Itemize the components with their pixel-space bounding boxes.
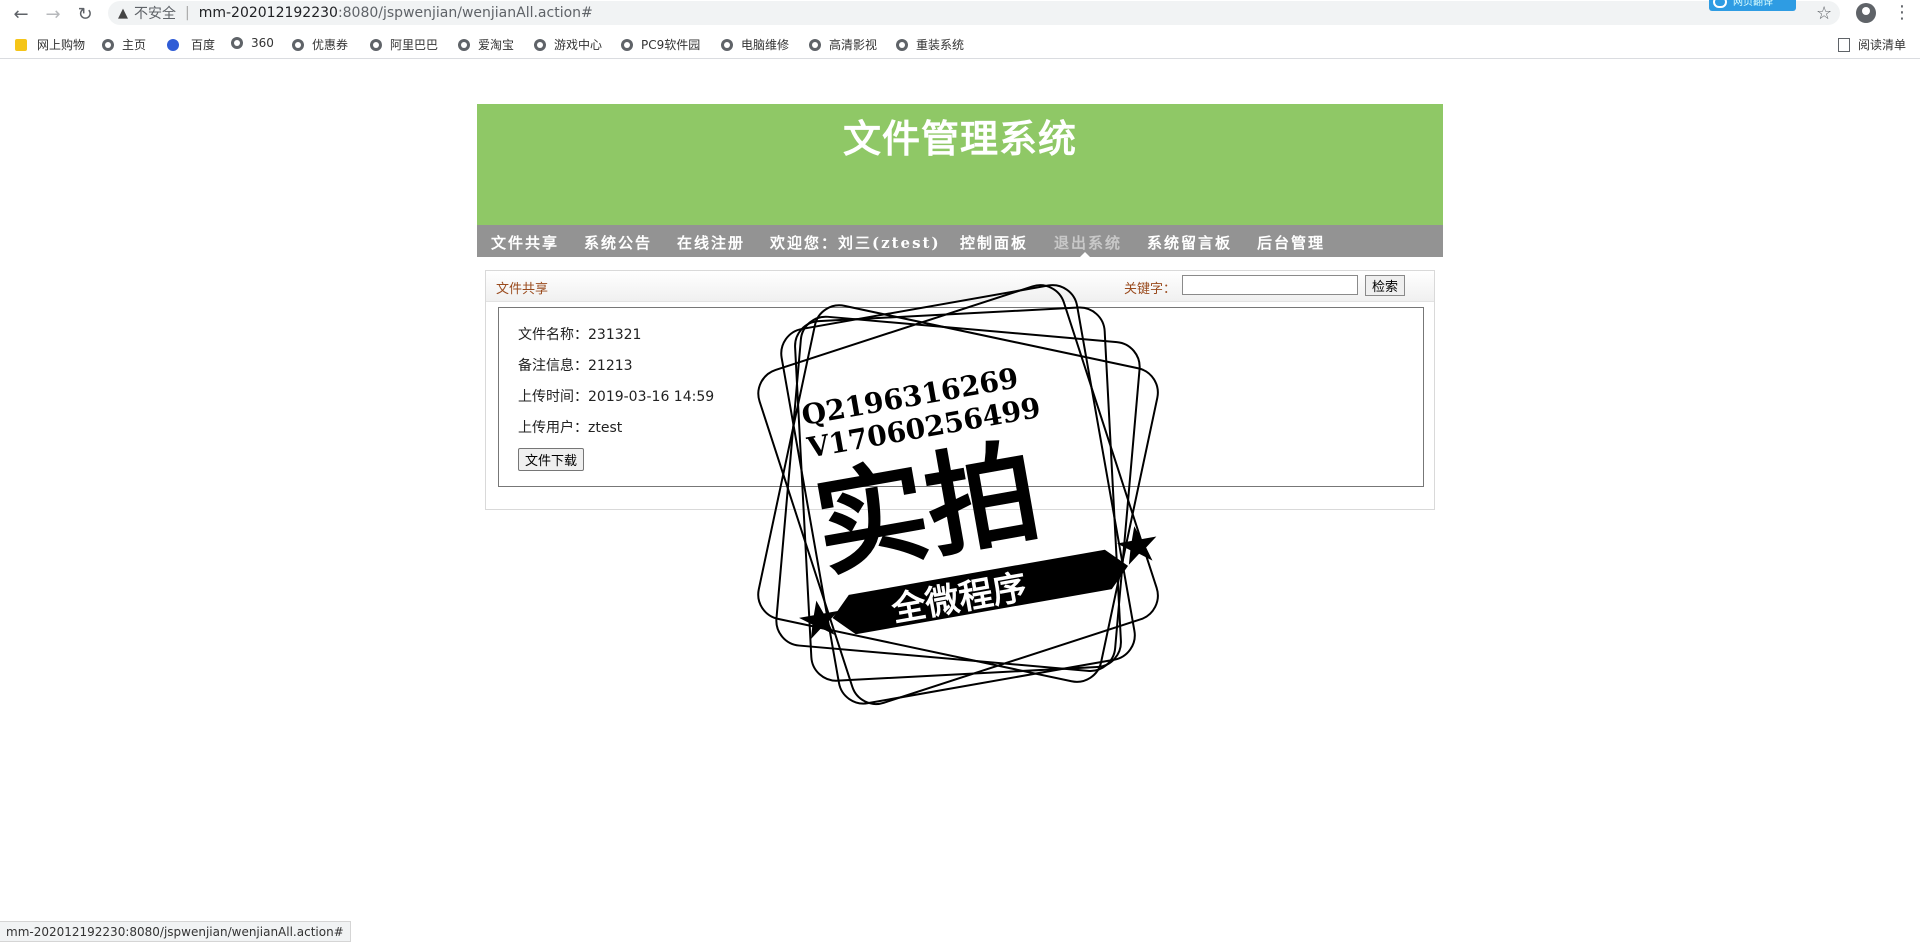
site-title: 文件管理系统 xyxy=(842,116,1077,161)
nav-message-board[interactable]: 系统留言板 xyxy=(1147,232,1232,253)
reading-list-icon xyxy=(1837,37,1850,52)
warning-icon: ▲ xyxy=(118,5,128,21)
main-nav: 文件共享 系统公告 在线注册 欢迎您：刘三(ztest) 控制面板 退出系统 系… xyxy=(477,225,1443,257)
bookmark-label: 网上购物 xyxy=(37,38,86,52)
globe-icon xyxy=(809,38,821,51)
bookmark-label: PC9软件园 xyxy=(641,38,701,52)
nav-announcements[interactable]: 系统公告 xyxy=(584,232,652,253)
stamp-banner xyxy=(832,549,1129,635)
bookmark-item[interactable]: 高清影视 xyxy=(809,36,877,53)
bookmark-label: 游戏中心 xyxy=(554,38,603,52)
bookmark-item[interactable]: 爱淘宝 xyxy=(458,36,514,53)
reading-list-button[interactable]: 阅读清单 xyxy=(1837,36,1906,53)
extension-label: 网页翻译 xyxy=(1733,0,1773,8)
bookmark-item[interactable]: 阿里巴巴 xyxy=(370,36,438,53)
url-text[interactable]: mm-202012192230:8080/jspwenjian/wenjianA… xyxy=(199,5,593,21)
file-note: 备注信息：21213 xyxy=(518,358,633,374)
bookmark-label: 主页 xyxy=(122,38,147,52)
site-header: 文件管理系统 xyxy=(477,104,1443,225)
globe-icon xyxy=(896,38,908,51)
file-upload-time: 上传时间：2019-03-16 14:59 xyxy=(518,389,715,405)
globe-icon xyxy=(231,37,243,49)
back-icon[interactable]: ← xyxy=(10,3,32,25)
url-path: :8080/jspwenjian/wenjianAll.action# xyxy=(337,5,593,21)
panel-header: 文件共享 关键字： 检索 xyxy=(486,271,1434,302)
menu-kebab-icon[interactable]: ⋮ xyxy=(1893,2,1911,23)
translate-extension-button[interactable]: 网页翻译 xyxy=(1709,0,1796,11)
bookmark-item[interactable]: 重装系统 xyxy=(896,36,964,53)
bookmark-label: 高清影视 xyxy=(829,38,878,52)
status-bar: mm-202012192230:8080/jspwenjian/wenjianA… xyxy=(0,921,351,942)
nav-logout[interactable]: 退出系统 xyxy=(1054,232,1122,253)
file-detail-box: 文件名称：231321 备注信息：21213 上传时间：2019-03-16 1… xyxy=(498,307,1424,487)
globe-icon xyxy=(458,38,470,51)
bookmark-label: 阿里巴巴 xyxy=(390,38,439,52)
file-name: 文件名称：231321 xyxy=(518,327,642,343)
globe-icon xyxy=(370,38,382,51)
bookmark-label: 百度 xyxy=(191,38,216,52)
nav-file-share[interactable]: 文件共享 xyxy=(491,232,559,253)
folder-icon xyxy=(15,38,27,51)
profile-avatar-icon[interactable] xyxy=(1856,3,1876,23)
address-bar[interactable]: ▲ 不安全 | mm-202012192230:8080/jspwenjian/… xyxy=(108,1,1840,25)
bookmark-label: 360 xyxy=(251,36,274,50)
keyword-label: 关键字： xyxy=(1124,282,1177,297)
insecure-label: 不安全 xyxy=(134,6,176,22)
star-icon xyxy=(799,600,839,640)
globe-icon xyxy=(534,38,546,51)
divider: | xyxy=(185,5,190,21)
file-upload-user: 上传用户：ztest xyxy=(518,420,623,436)
bookmark-item[interactable]: 主页 xyxy=(102,36,146,53)
reload-icon[interactable]: ↻ xyxy=(74,3,96,25)
panel-title: 文件共享 xyxy=(496,282,549,297)
bookmark-label: 优惠券 xyxy=(312,38,349,52)
bookmark-label: 电脑维修 xyxy=(741,38,790,52)
bookmark-item[interactable]: PC9软件园 xyxy=(621,36,700,53)
nav-welcome-user[interactable]: 欢迎您：刘三(ztest) xyxy=(770,232,941,253)
bookmark-item[interactable]: 游戏中心 xyxy=(534,36,602,53)
bookmark-label: 重装系统 xyxy=(916,38,965,52)
keyword-input[interactable] xyxy=(1182,275,1358,295)
url-host: mm-202012192230 xyxy=(198,5,338,21)
globe-icon xyxy=(621,38,633,51)
file-share-panel: 文件共享 关键字： 检索 文件名称：231321 备注信息：21213 上传时间… xyxy=(485,270,1435,510)
stamp-banner-text: 全微程序 xyxy=(888,567,1030,630)
bookmark-item[interactable]: 百度 xyxy=(167,36,215,53)
browser-toolbar: ← → ↻ ▲ 不安全 | mm-202012192230:8080/jspwe… xyxy=(0,0,1920,27)
nav-register[interactable]: 在线注册 xyxy=(677,232,745,253)
site-container: 文件管理系统 文件共享 系统公告 在线注册 欢迎您：刘三(ztest) 控制面板… xyxy=(477,104,1443,510)
reading-list-label: 阅读清单 xyxy=(1857,38,1906,52)
globe-icon xyxy=(721,38,733,51)
search-button[interactable]: 检索 xyxy=(1365,275,1405,296)
bookmark-item[interactable]: 电脑维修 xyxy=(721,36,789,53)
globe-icon xyxy=(292,38,304,51)
bookmarks-bar: 网上购物 主页 百度 360 优惠券 阿里巴巴 爱淘宝 游戏中心 PC9软件园 … xyxy=(0,31,1920,59)
bookmark-item[interactable]: 网上购物 xyxy=(15,36,85,53)
nav-active-caret xyxy=(1080,252,1090,257)
extension-icon xyxy=(1713,0,1727,8)
globe-icon xyxy=(102,38,114,51)
nav-control-panel[interactable]: 控制面板 xyxy=(960,232,1028,253)
star-icon xyxy=(1116,526,1157,565)
forward-icon[interactable]: → xyxy=(42,3,64,25)
bookmark-item[interactable]: 360 xyxy=(231,36,274,50)
download-button[interactable]: 文件下载 xyxy=(518,448,585,471)
nav-admin[interactable]: 后台管理 xyxy=(1257,232,1325,253)
baidu-paw-icon xyxy=(167,38,179,51)
bookmark-label: 爱淘宝 xyxy=(478,38,515,52)
bookmark-item[interactable]: 优惠券 xyxy=(292,36,348,53)
bookmark-star-icon[interactable]: ☆ xyxy=(1816,3,1832,24)
